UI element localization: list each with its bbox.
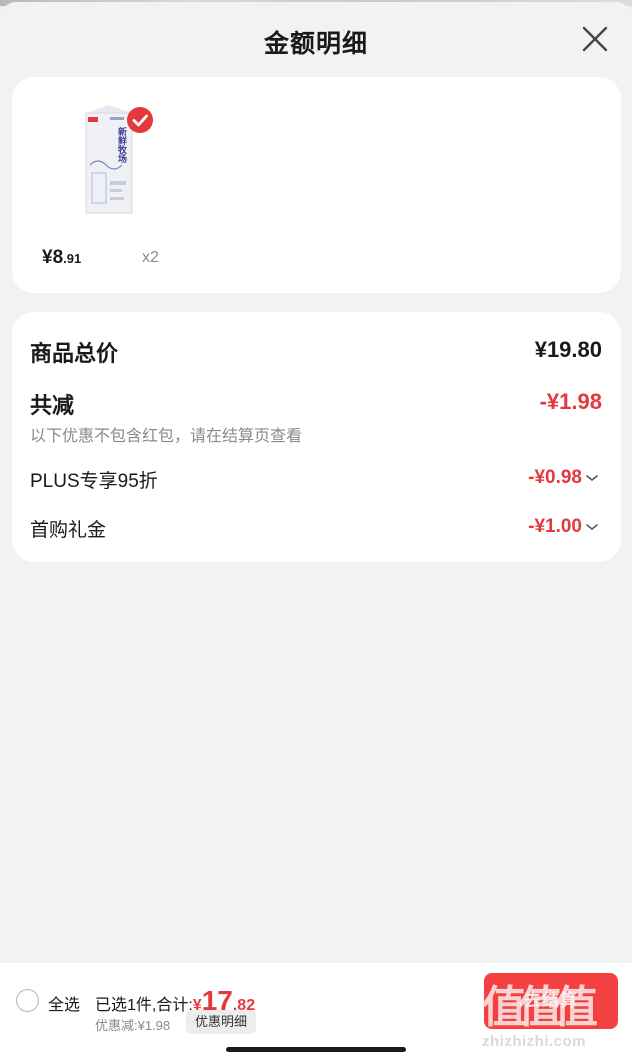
checkout-button[interactable]: 去结算 [484,973,618,1029]
discount-item-amount: -¥0.98 [528,467,582,488]
discount-item-label: PLUS专享95折 [30,471,158,492]
close-icon [582,26,608,52]
price-detail-card: 商品总价 ¥19.80 共减 -¥1.98 以下优惠不包含红包，请在结算页查看 … [12,312,621,562]
discount-item-amount: -¥1.00 [528,516,582,537]
chevron-down-icon [586,524,598,531]
discount-item-value: -¥1.00 [528,516,599,538]
unit-price-decimal: .91 [63,251,82,266]
item-selected-checkbox[interactable] [127,107,153,133]
unit-price: ¥8.91 [42,247,81,269]
discount-total-value: -¥1.98 [539,389,602,414]
saved-amount: 优惠减:¥1.98 [95,1018,171,1033]
amount-detail-sheet: 金额明细 新鲜牧场 ¥8.91 x2 商品总价 ¥19.80 共减 -¥1.98… [0,2,632,1062]
subtotal-value: ¥19.80 [534,337,602,362]
home-indicator [226,1047,406,1052]
subtotal-label: 商品总价 [30,341,119,366]
unit-price-integer: ¥8 [42,247,64,268]
select-all-radio[interactable] [16,989,39,1012]
svg-text:新鲜牧场: 新鲜牧场 [116,126,127,164]
checkmark-icon [132,114,148,127]
page-title: 金额明细 [263,30,368,58]
summary-prefix: 已选1件,合计: [95,997,193,1014]
select-all-label[interactable]: 全选 [48,991,80,1015]
chevron-down-icon [586,475,598,482]
quantity-label: x2 [142,249,159,266]
close-button[interactable] [580,24,610,54]
discount-label: 共减 [30,393,75,418]
checkout-bar: 全选 已选1件,合计:¥17.82 优惠减:¥1.98 优惠明细 去结算 值值值… [0,963,632,1062]
watermark-url: zhizhizhi.com [482,1033,586,1050]
discount-item-value: -¥0.98 [528,467,599,489]
discount-note: 以下优惠不包含红包，请在结算页查看 [30,428,303,445]
discount-detail-button[interactable]: 优惠明细 [186,1010,257,1034]
product-card: 新鲜牧场 ¥8.91 x2 [12,77,621,293]
discount-item-label: 首购礼金 [30,520,107,541]
